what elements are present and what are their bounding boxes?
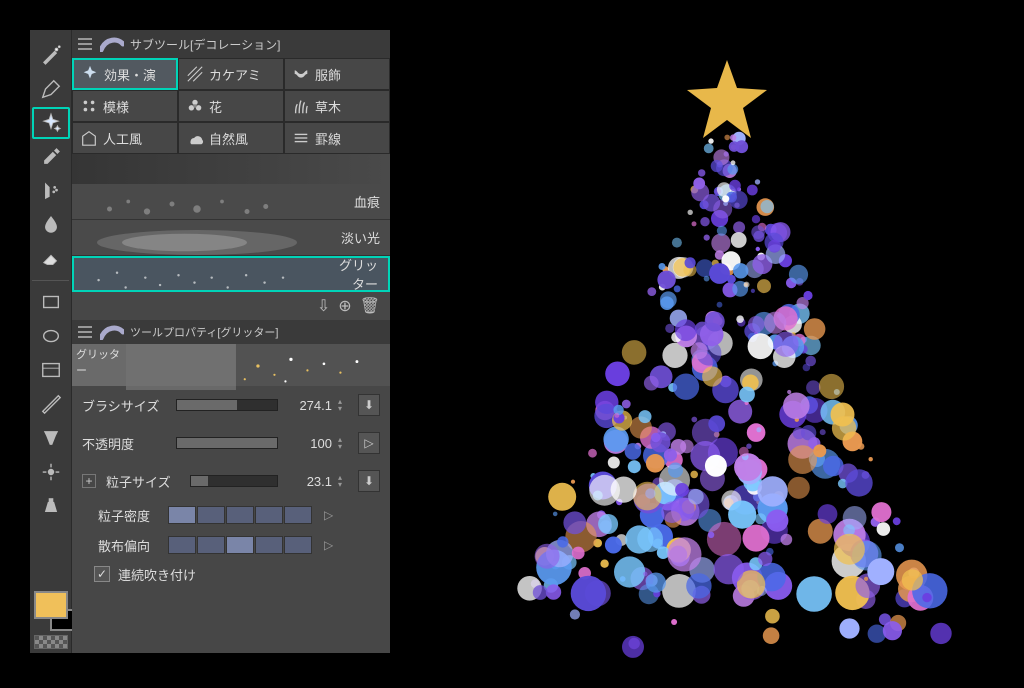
expand-icon[interactable]: + [82,474,96,488]
building-icon [79,128,99,148]
grass-icon [291,96,311,116]
color-swatches[interactable] [30,587,71,653]
panels: サブツール[デコレーション] 効果・演 カケアミ 服飾 模様 花 草木 人工風 … [72,30,390,653]
frame-tool[interactable] [32,354,70,386]
stepper-icon[interactable]: ▴▾ [338,436,352,450]
density-segments[interactable] [168,506,312,524]
fill-tool[interactable] [32,490,70,522]
magic-wand-tool[interactable] [32,39,70,71]
tab-patterns[interactable]: 模様 [72,90,178,122]
opacity-slider[interactable] [176,437,278,449]
tool-panel: サブツール[デコレーション] 効果・演 カケアミ 服飾 模様 花 草木 人工風 … [30,30,390,653]
star-icon [687,60,767,138]
eyedropper-tool[interactable] [32,141,70,173]
brush-list: 血痕 淡い光 グリッター [72,154,390,292]
cloud-icon [185,128,205,148]
sparkle-icon [80,64,100,84]
toolbar [30,30,72,653]
brush-icon [100,324,124,340]
stepper-icon[interactable]: ▴▾ [338,474,352,488]
dynamics-button[interactable]: ⬇ [358,470,380,492]
decoration-tool[interactable] [32,107,70,139]
blur-tool[interactable] [32,209,70,241]
arrow-icon[interactable]: ▷ [324,508,333,522]
hatching-icon [185,64,205,84]
tool-property-header: ツールプロパティ[グリッター] [72,320,390,344]
scatter-row: 散布偏向 ▷ [72,530,390,560]
rectangle-tool[interactable] [32,286,70,318]
particle-size-row: + 粒子サイズ 23.1 ▴▾ ⬇ [72,462,390,500]
dynamics-button[interactable]: ⬇ [358,394,380,416]
tool-property-title: ツールプロパティ[グリッター] [130,324,278,340]
brush-size-slider[interactable] [176,399,278,411]
pattern-icon [79,96,99,116]
canvas[interactable] [430,0,1024,683]
menu-icon[interactable] [78,38,92,50]
continuous-label: 連続吹き付け [118,565,196,584]
text-tool[interactable] [32,422,70,454]
ribbon-icon [291,64,311,84]
arrow-icon[interactable]: ▷ [324,538,333,552]
duplicate-icon[interactable]: ⊕ [338,296,351,316]
tab-plants[interactable]: 草木 [284,90,390,122]
scatter-label: 散布偏向 [98,536,162,555]
subtool-tabs: 効果・演 カケアミ 服飾 模様 花 草木 人工風 自然風 罫線 [72,58,390,154]
tab-flowers[interactable]: 花 [178,90,284,122]
brush-size-value[interactable]: 274.1 [284,398,332,413]
brush-blood[interactable]: 血痕 [72,184,390,220]
stepper-icon[interactable]: ▴▾ [338,398,352,412]
tab-ruled-lines[interactable]: 罫線 [284,122,390,154]
density-row: 粒子密度 ▷ [72,500,390,530]
opacity-value[interactable]: 100 [284,436,332,451]
flower-icon [185,96,205,116]
particle-size-value[interactable]: 23.1 [284,474,332,489]
ruler-tool[interactable] [32,388,70,420]
foreground-color[interactable] [34,591,68,619]
particle-size-slider[interactable] [190,475,278,487]
continuous-checkbox[interactable]: ✓ [94,566,110,582]
tool-preview: グリッター [72,344,390,386]
tab-natural[interactable]: 自然風 [178,122,284,154]
brush-icon [100,36,124,52]
subtool-title: サブツール[デコレーション] [130,36,280,53]
tab-hatching[interactable]: カケアミ [178,58,284,90]
lines-icon [291,128,311,148]
eraser-tool[interactable] [32,243,70,275]
trash-icon[interactable]: 🗑 [360,296,380,316]
christmas-tree-artwork [430,0,1024,683]
brush-glitter[interactable]: グリッター [72,256,390,292]
continuous-row: ✓ 連続吹き付け [72,560,390,588]
scatter-segments[interactable] [168,536,312,554]
tab-clothing[interactable]: 服飾 [284,58,390,90]
preview-label: グリッター [72,344,126,386]
dynamics-button[interactable]: ▷ [358,432,380,454]
brush-scroll-area [72,154,390,184]
brush-soft-light[interactable]: 淡い光 [72,220,390,256]
opacity-label: 不透明度 [82,434,170,453]
menu-icon[interactable] [78,326,92,338]
density-label: 粒子密度 [98,506,162,525]
tab-effects[interactable]: 効果・演 [72,58,178,90]
transparent-color[interactable] [34,635,68,649]
brush-size-row: ブラシサイズ 274.1 ▴▾ ⬇ [72,386,390,424]
tab-artificial[interactable]: 人工風 [72,122,178,154]
gradient-tool[interactable] [32,456,70,488]
particle-size-label: 粒子サイズ [106,472,184,491]
pen-tool[interactable] [32,73,70,105]
brush-size-label: ブラシサイズ [82,396,170,415]
opacity-row: 不透明度 100 ▴▾ ▷ [72,424,390,462]
subtool-header: サブツール[デコレーション] [72,30,390,58]
ellipse-tool[interactable] [32,320,70,352]
airbrush-tool[interactable] [32,175,70,207]
